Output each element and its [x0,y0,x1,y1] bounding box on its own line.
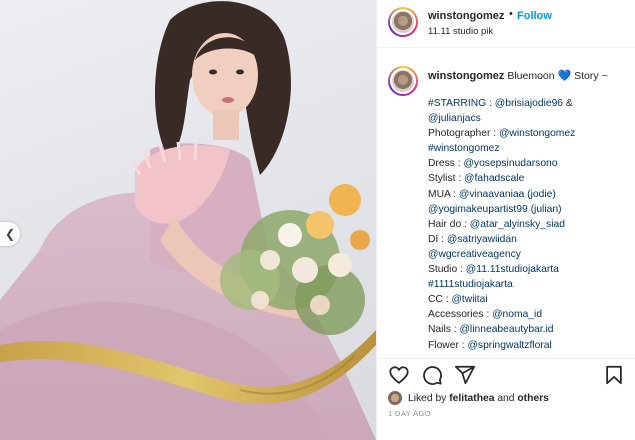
caption-intro: Bluemoon [507,70,555,82]
caption-credits: #STARRING : @brisiajodie96 & @julianjacs P… [428,96,633,353]
caption-line: Studio : @11.11studiojakarta [428,262,633,277]
post-side-panel: winstongomez • Follow 11.11 studio pik w… [376,0,635,440]
caption-line: Dress : @yosepsinudarsono [428,156,633,171]
caption-line: Photographer : @winstongomez [428,126,633,141]
caption-line-link[interactable]: @vinaavaniaa (jodie) [459,189,556,200]
caption-line: CC : @twiitai [428,292,633,307]
caption-line-link[interactable]: @winstongomez [499,128,575,139]
caption-line: Stylist : @fahadscale [428,171,633,186]
caption-line-link[interactable]: @noma_id [492,309,542,320]
caption-line-link[interactable]: @yogimakeupartist99 (julian) [428,204,562,215]
post-photo-illustration [0,1,376,440]
caption-area[interactable]: winstongomez Bluemoon 💙 Story ~ #STARRIN… [377,48,635,359]
caption-line-link[interactable]: @yosepsinudarsono [463,158,557,169]
caption-line-link[interactable]: @satriyawiidan [447,234,517,245]
blue-heart-emoji: 💙 [557,70,572,82]
heart-outline-icon[interactable] [388,364,410,386]
comment-bubble-icon[interactable] [421,364,443,386]
caption-line-link[interactable]: #1111studiojakarta [428,279,513,290]
caption-line-label: DI : [428,233,447,245]
caption-line-link[interactable]: @linneabeautybar.id [459,324,553,335]
caption-line: @julianjacs [428,111,633,126]
chevron-left-icon: ❮ [4,227,16,241]
post-header: winstongomez • Follow 11.11 studio pik [377,0,635,48]
caption-line: Nails : @linneabeautybar.id [428,322,633,337]
caption-line-link[interactable]: @twiitai [451,294,487,305]
author-avatar[interactable] [388,7,418,37]
caption-line: #STARRING : @brisiajodie96 & [428,96,633,111]
caption-line-link[interactable]: #STARRING : @brisiajodie96 & [428,98,573,109]
caption-line: #1111studiojakarta [428,277,633,292]
caption-line-link[interactable]: @fahadscale [464,173,524,184]
liked-others[interactable]: others [517,393,548,404]
caption-line-label: Dress : [428,158,464,170]
post-photo[interactable]: ❮ [0,0,376,440]
caption-line-label: Flower : [428,339,468,351]
caption-line-link[interactable]: @wgcreativeagency [428,249,521,260]
caption-line-label: Hair do : [428,218,470,230]
caption-line-label: Photographer : [428,128,499,140]
liked-mid: and [497,392,515,404]
caption-line: @wgcreativeagency [428,247,633,262]
caption-line: #winstongomez [428,141,633,156]
caption-line-label: MUA : [428,188,459,200]
post-location[interactable]: 11.11 studio pik [428,26,493,37]
caption-line-label: Stylist : [428,173,465,185]
caption-line-label: Nails : [428,324,460,336]
caption-line-link[interactable]: @11.11studiojakarta [466,264,559,275]
likes-summary[interactable]: Liked by felitathea and others [388,390,628,406]
liked-prefix: Liked by [408,392,447,404]
caption-line: Hair do : @atar_alyinsky_siad [428,217,633,232]
caption-line-label: Studio : [428,264,466,276]
caption-line: @yogimakeupartist99 (julian) [428,202,633,217]
paper-plane-icon[interactable] [454,364,476,386]
separator-dot: • [509,8,513,20]
caption-first-line: winstongomez Bluemoon 💙 Story ~ [428,69,608,82]
caption-line: DI : @satriyawiidan [428,232,633,247]
liker-avatar [388,391,402,405]
post-actions [377,360,635,390]
liked-user[interactable]: felitathea [449,393,494,404]
caption-line: Flower : @springwaltzfloral [428,338,633,353]
caption-line: MUA : @vinaavaniaa (jodie) [428,187,633,202]
caption-line-link[interactable]: #winstongomez [428,143,500,154]
caption-line: Accessories : @noma_id [428,307,633,322]
author-username[interactable]: winstongomez [428,10,504,22]
bookmark-icon[interactable] [603,364,625,386]
caption-line-link[interactable]: @springwaltzfloral [467,340,551,351]
caption-line-link[interactable]: @julianjacs [428,113,481,124]
caption-line-link[interactable]: @atar_alyinsky_siad [470,219,565,230]
caption-avatar[interactable] [388,66,418,96]
caption-username[interactable]: winstongomez [428,70,504,82]
follow-button[interactable]: Follow [517,10,552,22]
caption-tail: Story ~ [574,70,608,82]
post-timestamp[interactable]: 1 DAY AGO [388,409,431,418]
caption-line-label: CC : [428,294,452,306]
caption-line-label: Accessories : [428,309,493,321]
